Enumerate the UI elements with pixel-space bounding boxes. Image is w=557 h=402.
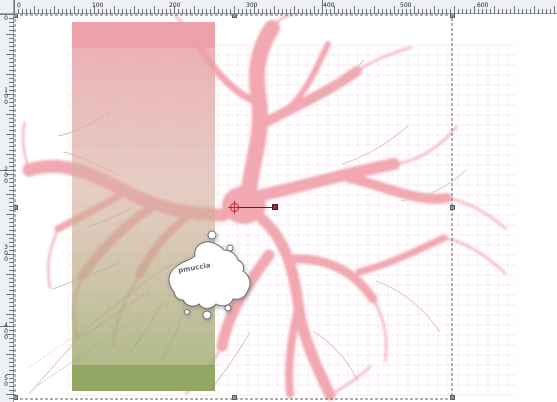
- selection-handle-top-right[interactable]: [450, 14, 455, 18]
- gradient-overlay: [72, 22, 215, 391]
- selection-handle-middle-right[interactable]: [450, 205, 455, 210]
- top-ruler-label-100: 100: [92, 2, 104, 9]
- selection-handle-middle-left[interactable]: [14, 205, 18, 210]
- image-editor: 0 100 200 300 400 500 600 0 1 0 0 2 0 0 …: [0, 0, 557, 402]
- vertical-ruler-ticks: [0, 14, 14, 399]
- top-ruler-label-600: 600: [477, 2, 489, 9]
- vertical-ruler[interactable]: 0 1 0 0 2 0 0 3 0 0 4 0 0 5 0: [0, 14, 14, 402]
- selection-handle-bottom-left[interactable]: [14, 395, 18, 400]
- pivot-point[interactable]: [228, 201, 241, 214]
- horizontal-ruler[interactable]: 0 100 200 300 400 500 600: [14, 0, 557, 14]
- overlay-bottom-band: [72, 365, 215, 391]
- selection-handle-bottom-right[interactable]: [450, 395, 455, 400]
- rotation-guide-line: [239, 207, 275, 208]
- left-ruler-label-300: 3 0 0: [4, 244, 8, 263]
- overlay-top-band: [72, 22, 215, 48]
- top-ruler-label-500: 500: [400, 2, 412, 9]
- top-ruler-label-200: 200: [169, 2, 181, 9]
- top-ruler-label-300: 300: [246, 2, 258, 9]
- selection-handle-bottom-center[interactable]: [232, 395, 237, 400]
- canvas[interactable]: pmuccia: [14, 14, 557, 402]
- rotation-handle[interactable]: [272, 204, 278, 210]
- left-ruler-label-200: 2 0 0: [4, 166, 8, 185]
- canvas-artwork: [14, 14, 516, 401]
- ruler-corner: [0, 0, 14, 14]
- top-ruler-label-0: 0: [17, 2, 21, 9]
- left-ruler-label-500: 5 0: [4, 375, 8, 388]
- left-ruler-label-400: 4 0 0: [4, 322, 8, 341]
- left-ruler-label-100: 1 0 0: [4, 87, 8, 106]
- top-ruler-label-400: 400: [323, 2, 335, 9]
- left-ruler-label-0: 0: [4, 15, 8, 22]
- selection-handle-top-center[interactable]: [232, 14, 237, 18]
- selection-handle-top-left[interactable]: [14, 14, 18, 18]
